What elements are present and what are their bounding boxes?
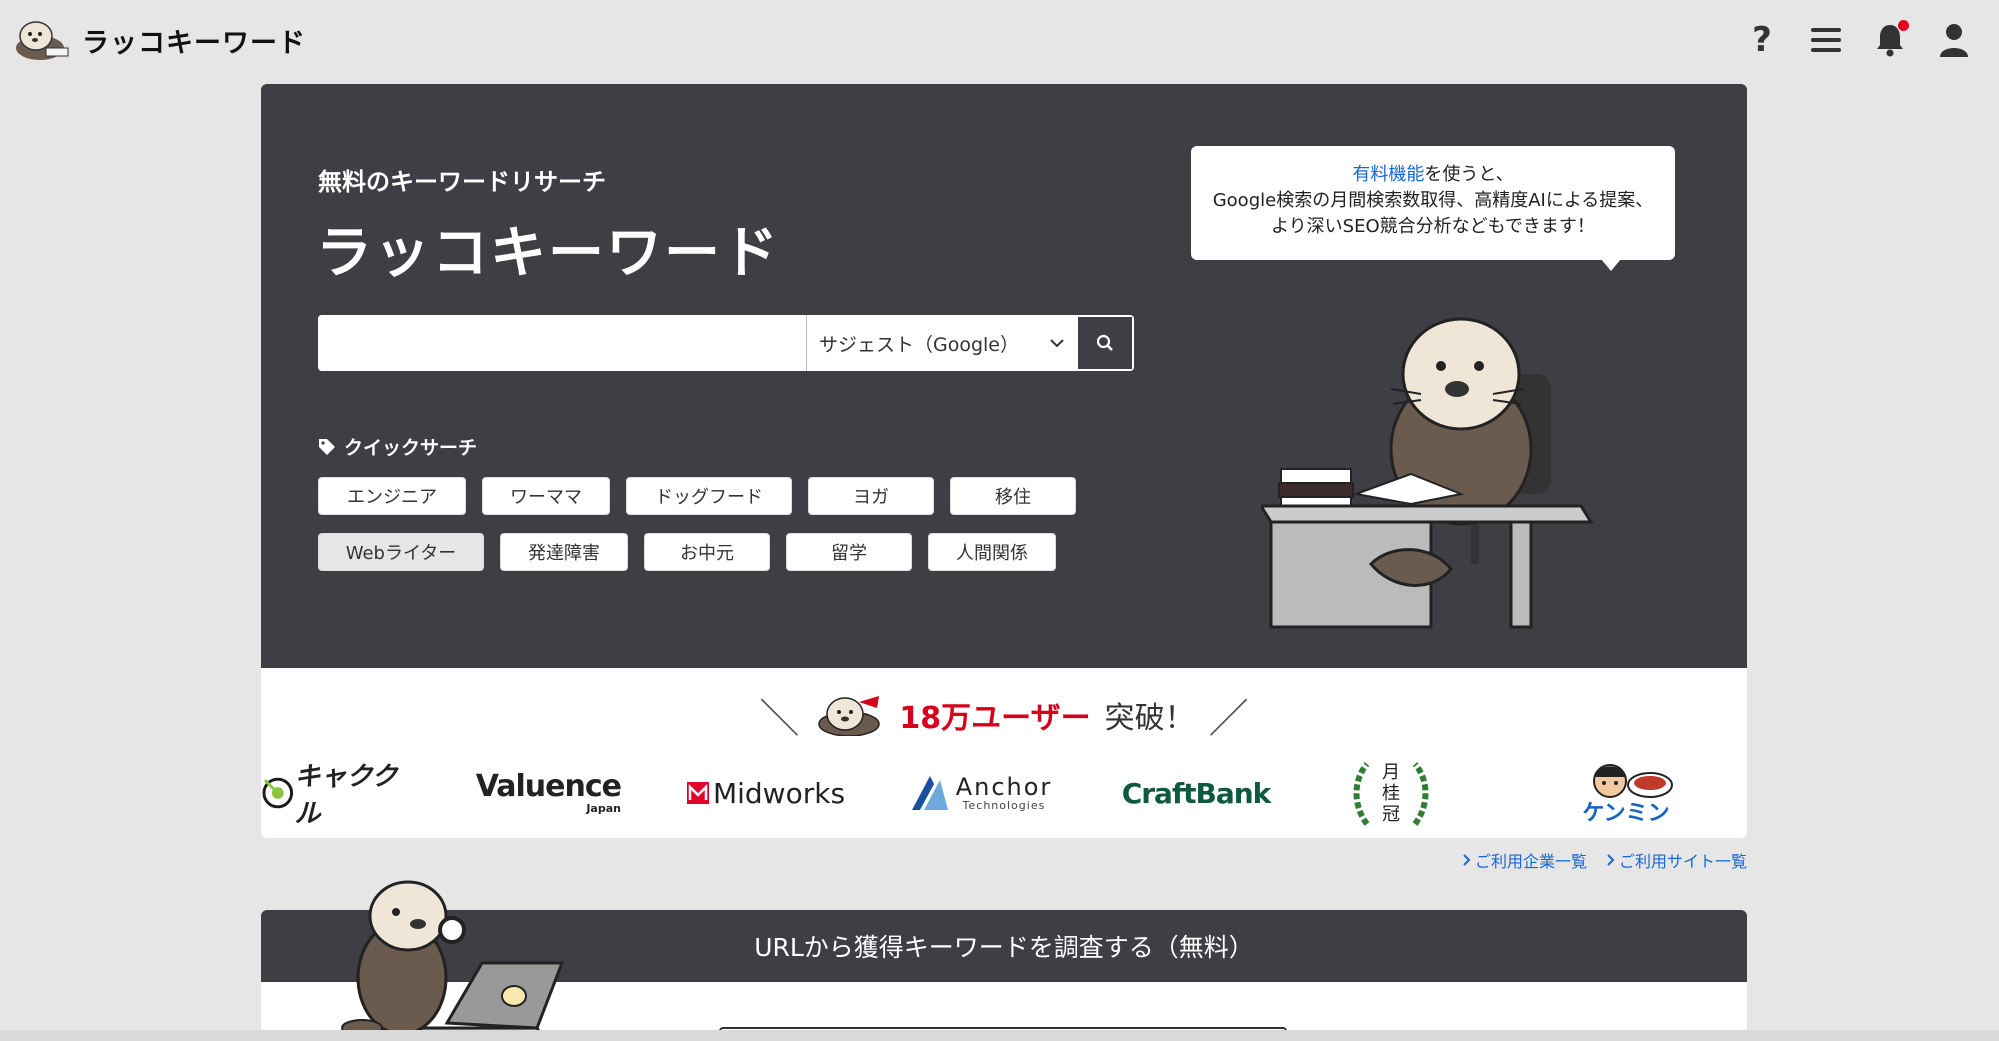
keyword-search-input[interactable] <box>318 315 806 371</box>
milestone-right-slash: ／ <box>1208 696 1249 742</box>
quick-search-label: クイックサーチ <box>344 437 478 459</box>
quick-chip[interactable]: 移住 <box>950 477 1076 515</box>
logo-midworks: Midworks <box>686 758 846 828</box>
quick-chip[interactable]: 人間関係 <box>928 533 1056 571</box>
chevron-right-icon <box>1607 854 1615 866</box>
quick-chip[interactable]: Webライター <box>318 533 484 571</box>
user-logos-band: ＼ 18万ユーザー 突破！ ／ キャククル Valuence Japan Mid… <box>261 668 1747 838</box>
hero-title: ラッコキーワード <box>316 221 780 286</box>
sites-list-link[interactable]: ご利用サイト一覧 <box>1607 848 1747 872</box>
milestone-text: 突破！ <box>1104 701 1195 736</box>
logo-kenmin: ケンミン <box>1561 758 1691 828</box>
quick-chip[interactable]: ドッグフード <box>626 477 792 515</box>
page-bottom-edge <box>0 1030 1999 1041</box>
logo-anchor: Anchor Technologies <box>901 758 1061 828</box>
search-button[interactable] <box>1076 315 1134 371</box>
anchor-mark-icon <box>911 776 948 810</box>
chevron-right-icon <box>1463 854 1471 866</box>
target-icon <box>262 777 294 809</box>
tag-icon <box>319 438 335 455</box>
otter-logo-icon <box>16 21 69 60</box>
logo-text: ラッコキーワード <box>82 27 306 59</box>
quick-chip[interactable]: 留学 <box>786 533 912 571</box>
search-icon <box>1096 334 1113 351</box>
top-bar: ラッコキーワード ? <box>0 0 1999 80</box>
company-logo-row: キャククル Valuence Japan Midworks Anchor Tec… <box>261 758 1747 829</box>
help-icon[interactable]: ? <box>1745 20 1779 60</box>
search-mode-value: サジェスト（Google） <box>819 333 1020 356</box>
notification-badge <box>1898 20 1909 31</box>
search-mode-select[interactable]: サジェスト（Google） <box>806 315 1076 371</box>
hero-subtitle: 無料のキーワードリサーチ <box>318 168 606 196</box>
keyword-search-bar: サジェスト（Google） <box>318 315 1134 371</box>
milestone-left-slash: ＼ <box>759 696 800 742</box>
hero-section: 無料のキーワードリサーチ ラッコキーワード サジェスト（Google） クイック… <box>261 84 1747 668</box>
header-actions: ? <box>1745 20 1971 60</box>
quick-chip-row-2: Webライター 発達障害 お中元 留学 人間関係 <box>318 533 1138 571</box>
logo-kyakukuru: キャククル <box>261 758 421 829</box>
quick-chip[interactable]: 発達障害 <box>500 533 628 571</box>
menu-icon[interactable] <box>1809 20 1843 60</box>
logo-valuence: Valuence Japan <box>475 768 622 815</box>
quick-chip-row-1: エンジニア ワーママ ドッグフード ヨガ 移住 <box>318 477 1138 515</box>
chevron-down-icon <box>1050 339 1064 348</box>
midworks-mark-icon <box>686 782 709 804</box>
otter-mascot-icon <box>818 696 881 736</box>
logo-craftbank: CraftBank <box>1121 776 1272 810</box>
companies-list-link[interactable]: ご利用企業一覧 <box>1463 848 1587 872</box>
quick-search-heading: クイックサーチ <box>318 433 477 460</box>
user-milestone: ＼ 18万ユーザー 突破！ ／ <box>261 686 1747 744</box>
quick-chip[interactable]: お中元 <box>644 533 770 571</box>
quick-chip[interactable]: ヨガ <box>808 477 934 515</box>
paid-feature-link[interactable]: 有料機能 <box>1352 164 1424 185</box>
paid-feature-bubble: 有料機能を使うと、 Google検索の月間検索数取得、高精度AIによる提案、 よ… <box>1191 146 1675 260</box>
quick-search-chips: エンジニア ワーママ ドッグフード ヨガ 移住 Webライター 発達障害 お中元… <box>318 477 1138 589</box>
kenmin-mascot-icon <box>1593 764 1673 798</box>
usage-links: ご利用企業一覧 ご利用サイト一覧 <box>1463 848 1747 872</box>
logo-gekkeikan: 月桂冠 <box>1336 758 1446 828</box>
quick-chip[interactable]: ワーママ <box>482 477 610 515</box>
otter-magnifier-illustration <box>341 880 565 1038</box>
otter-studying-illustration <box>1261 317 1594 629</box>
site-logo[interactable]: ラッコキーワード <box>12 18 306 62</box>
user-count-highlight: 18万ユーザー <box>899 701 1091 736</box>
bubble-tail <box>1601 259 1621 271</box>
bell-icon[interactable] <box>1873 20 1909 60</box>
quick-chip[interactable]: エンジニア <box>318 477 466 515</box>
user-icon[interactable] <box>1937 20 1971 60</box>
